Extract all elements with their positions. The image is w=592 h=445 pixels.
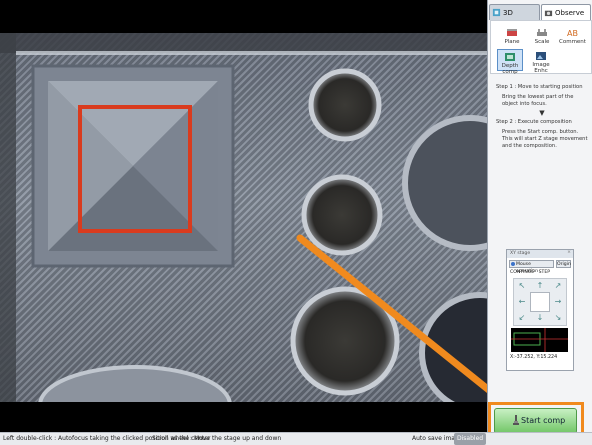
mouse-operation-button[interactable]: Mouse operation [509,260,554,274]
live-image-view[interactable] [0,33,487,402]
bottom-bar [0,402,487,432]
stage-coordinates: X:-37.252, Y:15.224 [510,355,558,360]
tab-3d-measure[interactable]: 3D measure [489,4,540,33]
origin-button[interactable]: Origin [556,260,571,268]
stage-center-button[interactable] [530,292,550,312]
status-badge[interactable]: Disabled [454,433,487,445]
image-enhc-tool-label: Image Enhc [532,62,550,74]
arrow-right-icon[interactable]: → [552,296,564,307]
comment-tool-button[interactable]: AB Comment [559,26,586,48]
tab-continue[interactable]: CONTINUE [510,270,534,275]
close-icon[interactable]: × [567,250,571,255]
step-arrow-icon: ▼ [539,109,545,117]
step1-detail: Bring the lowest part of the object into… [502,94,574,107]
xy-stage-window: XY stage × Mouse operation Origin CONTIN… [506,249,574,371]
comment-tool-label: Comment [559,39,586,45]
tab-step[interactable]: STEP [539,270,550,275]
depth-comp-tool-label: Depth comp [501,63,519,75]
xy-stage-title: XY stage [507,250,573,258]
plane-tool-button[interactable]: Plane [499,26,525,48]
instructions: Step 1 : Move to starting position Bring… [496,84,588,150]
microscope-icon [513,415,519,425]
plane-tool-label: Plane [504,39,520,45]
move-mode-tabs: CONTINUE STEP [510,270,553,275]
status-bar: Left double-click : Autofocus taking the… [0,432,592,445]
arrow-left-icon[interactable]: ← [516,296,528,307]
arrow-up-icon[interactable]: ↑ [534,280,546,291]
tab-observe-label: Observe [555,9,585,17]
start-comp-button[interactable]: Start comp [494,408,577,434]
comment-icon: AB [567,29,578,38]
stage-position-map[interactable] [511,328,568,352]
image-enhc-icon [536,52,546,60]
arrow-up-left-icon[interactable]: ↖ [516,280,528,291]
depth-comp-tool-button[interactable]: Depth comp [497,49,523,75]
step2-heading: Step 2 : Execute composition [496,119,572,125]
arrow-down-icon[interactable]: ↓ [534,312,546,323]
specimen-image [0,33,487,402]
mouse-icon [511,262,515,266]
top-bar [0,0,487,33]
3d-measure-icon [492,8,501,17]
tab-observe[interactable]: Observe [541,4,591,20]
arrow-down-left-icon[interactable]: ↙ [516,312,528,323]
step1-heading: Step 1 : Move to starting position [496,84,583,90]
step2-detail: Press the Start comp. button. This will … [502,129,588,149]
plane-icon [507,29,517,36]
scale-tool-button[interactable]: Scale [529,26,555,48]
scale-tool-label: Scale [534,39,550,45]
scale-icon [537,29,547,36]
svg-text:AB: AB [567,29,578,38]
stage-direction-pad: ↖ ↑ ↗ ← → ↙ ↓ ↘ [513,278,567,326]
arrow-up-right-icon[interactable]: ↗ [552,280,564,291]
stage-map-graphic [511,328,568,352]
depth-comp-icon [505,53,515,61]
tool-palette: Plane Scale AB Comment Depth comp Image … [490,20,592,75]
mode-tabs: 3D measure Observe [488,4,592,33]
camera-icon [544,10,553,17]
arrow-down-right-icon[interactable]: ↘ [552,312,564,323]
image-enhc-tool-button[interactable]: Image Enhc [528,49,554,74]
status-scroll-hint: Scroll wheel : Move the stage up and dow… [152,435,282,442]
start-comp-label: Start comp [521,416,566,425]
